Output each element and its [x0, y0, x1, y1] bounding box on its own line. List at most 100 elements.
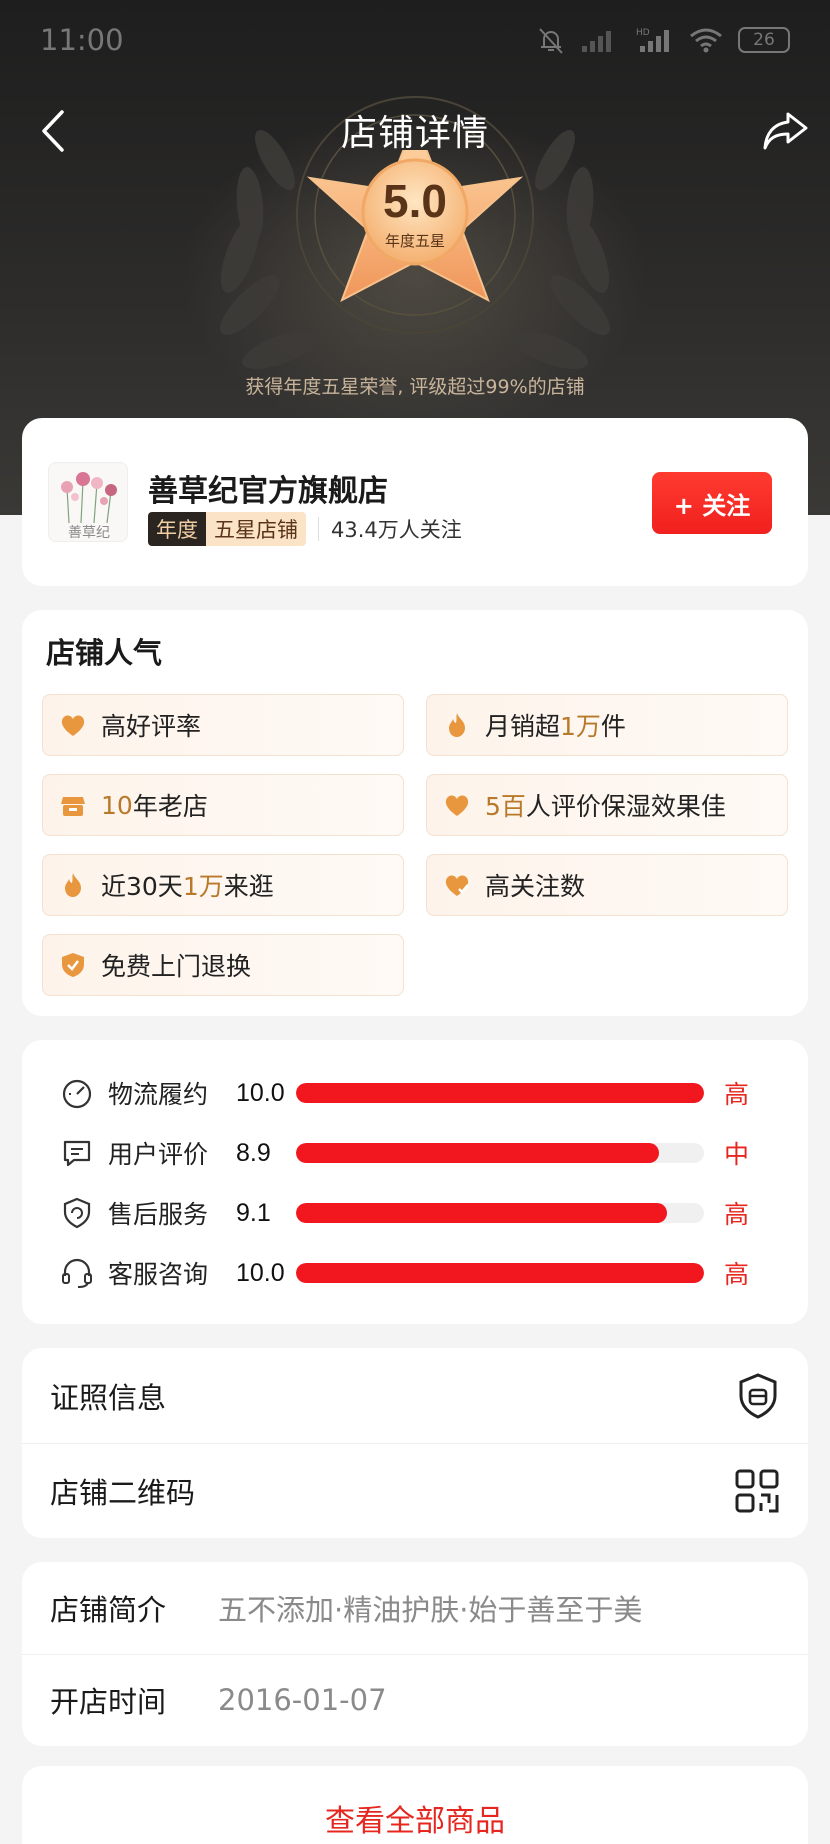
score-bar-fill	[296, 1263, 704, 1283]
score-bar-track	[296, 1143, 704, 1163]
score-bar-fill	[296, 1083, 704, 1103]
store-info-card: 店铺简介 五不添加·精油护肤·始于善至于美 开店时间 2016-01-07	[22, 1562, 808, 1746]
store-intro-row: 店铺简介 五不添加·精油护肤·始于善至于美	[50, 1562, 642, 1654]
chip-text-post: 人评价保湿效果佳	[525, 792, 726, 821]
chip-text-pre: 高好评率	[101, 712, 202, 741]
popularity-card: 店铺人气 高好评率 月销超 1万件 10 年老店 5百 人评价保湿效果佳 近30天 1万…	[22, 610, 808, 1016]
shop-icon	[61, 797, 85, 816]
chip-text-post: 件	[600, 712, 626, 741]
score-bar-track	[296, 1083, 704, 1103]
store-name: 善草纪官方旗舰店	[148, 474, 388, 509]
popularity-chip: 免费上门退换	[42, 934, 404, 996]
store-qrcode-label: 店铺二维码	[50, 1475, 196, 1510]
score-value: 10.0	[236, 1078, 285, 1107]
hd-signal-icon: HD	[636, 28, 669, 52]
mute-bell-icon	[539, 28, 563, 54]
score-row: 物流履约 10.0 高	[60, 1073, 790, 1113]
flame-icon	[449, 713, 465, 737]
status-bar: 11:00 HD 26	[0, 0, 830, 80]
score-value: 9.1	[236, 1198, 271, 1227]
chip-text-highlight: 1万	[560, 712, 601, 741]
follow-button[interactable]: + 关注	[652, 472, 772, 534]
score-bar-track	[296, 1203, 704, 1223]
heart-icon	[445, 795, 469, 816]
chip-text-pre: 高关注数	[485, 872, 586, 901]
score-row: 售后服务 9.1 高	[60, 1193, 790, 1233]
score-row: 用户评价 8.9 中	[60, 1133, 790, 1173]
store-logo[interactable]: 善草纪	[48, 462, 128, 542]
score-label: 物流履约	[108, 1080, 209, 1109]
popularity-title: 店铺人气	[46, 636, 163, 670]
store-qrcode-row[interactable]: 店铺二维码	[22, 1443, 808, 1538]
chip-text-highlight: 1万	[182, 872, 224, 901]
honor-text: 获得年度五星荣誉, 评级超过99%的店铺	[245, 376, 585, 398]
view-all-products-button[interactable]: 查看全部商品	[22, 1796, 808, 1840]
logo-text: 善草纪	[68, 525, 110, 541]
rating-label: 年度五星	[384, 232, 445, 250]
store-intro-value: 五不添加·精油护肤·始于善至于美	[218, 1593, 643, 1627]
score-value: 10.0	[236, 1258, 285, 1287]
chip-text-post: 年老店	[132, 792, 208, 821]
chip-text-pre: 近30天	[101, 872, 183, 901]
flower-logo-icon: 善草纪	[61, 472, 117, 541]
open-date-key: 开店时间	[50, 1685, 167, 1719]
popularity-chip: 近30天 1万 来逛	[42, 854, 404, 916]
headset-icon	[62, 1258, 92, 1288]
popularity-chip: 10 年老店	[42, 774, 404, 836]
qrcode-icon	[735, 1469, 779, 1512]
status-time: 11:00	[40, 23, 124, 57]
open-date-row: 开店时间 2016-01-07	[50, 1654, 387, 1746]
flame-icon	[65, 873, 81, 897]
svg-text:HD: HD	[636, 28, 650, 38]
rating-badge: 5.0 年度五星	[0, 150, 830, 380]
score-level: 高	[724, 1200, 750, 1229]
status-icons: HD 26	[536, 25, 790, 55]
speedometer-icon	[62, 1079, 92, 1109]
score-row: 客服咨询 10.0 高	[60, 1253, 790, 1293]
tag-year: 年度	[148, 512, 206, 546]
score-bar-fill	[296, 1143, 660, 1163]
scores-card: 物流履约 10.0 高 用户评价 8.9 中 售后服务 9.1 高 客服咨询 1…	[22, 1040, 808, 1324]
tag-divider	[318, 517, 319, 541]
score-level: 高	[724, 1080, 750, 1109]
page-title: 店铺详情	[340, 113, 489, 154]
popularity-chip: 月销超 1万件	[426, 694, 788, 756]
open-date-value: 2016-01-07	[218, 1683, 387, 1717]
chip-text-highlight: 5百	[485, 792, 526, 821]
score-bar-track	[296, 1263, 704, 1283]
popularity-chip: 5百 人评价保湿效果佳	[426, 774, 788, 836]
store-card: 善草纪 善草纪官方旗舰店 年度 五星店铺 43.4万人关注 + 关注	[22, 418, 808, 586]
chip-text-pre: 月销超	[485, 712, 561, 741]
back-arrow-icon[interactable]	[30, 106, 80, 156]
store-tags: 年度 五星店铺 43.4万人关注	[148, 512, 462, 546]
follower-count: 43.4万人关注	[331, 518, 462, 542]
links-card: 证照信息 店铺二维码	[22, 1348, 808, 1538]
tag-five-star: 五星店铺	[206, 512, 306, 546]
heart-check-icon	[445, 875, 469, 896]
score-label: 售后服务	[108, 1200, 209, 1229]
store-intro-key: 店铺简介	[50, 1593, 167, 1627]
heart-icon	[61, 715, 85, 736]
service-shield-icon	[63, 1197, 91, 1229]
chat-icon	[63, 1140, 91, 1167]
shield-check-icon	[62, 953, 84, 977]
score-label: 用户评价	[108, 1140, 209, 1169]
rating-value: 5.0	[383, 175, 447, 227]
score-label: 客服咨询	[108, 1260, 209, 1289]
view-all-card: 查看全部商品	[22, 1766, 808, 1844]
share-icon[interactable]	[760, 106, 812, 156]
wifi-icon	[690, 28, 722, 53]
chip-text-pre: 免费上门退换	[101, 952, 252, 981]
chip-text-highlight: 10	[101, 790, 133, 820]
score-level: 中	[724, 1140, 750, 1169]
license-info-row[interactable]: 证照信息	[22, 1348, 808, 1443]
score-value: 8.9	[236, 1138, 271, 1167]
license-shield-icon	[739, 1372, 777, 1419]
signal-icon	[582, 31, 611, 52]
score-bar-fill	[296, 1203, 668, 1223]
chip-text-post: 来逛	[223, 872, 274, 901]
battery-icon: 26	[738, 27, 790, 53]
popularity-chip: 高关注数	[426, 854, 788, 916]
popularity-chip: 高好评率	[42, 694, 404, 756]
score-level: 高	[724, 1260, 750, 1289]
